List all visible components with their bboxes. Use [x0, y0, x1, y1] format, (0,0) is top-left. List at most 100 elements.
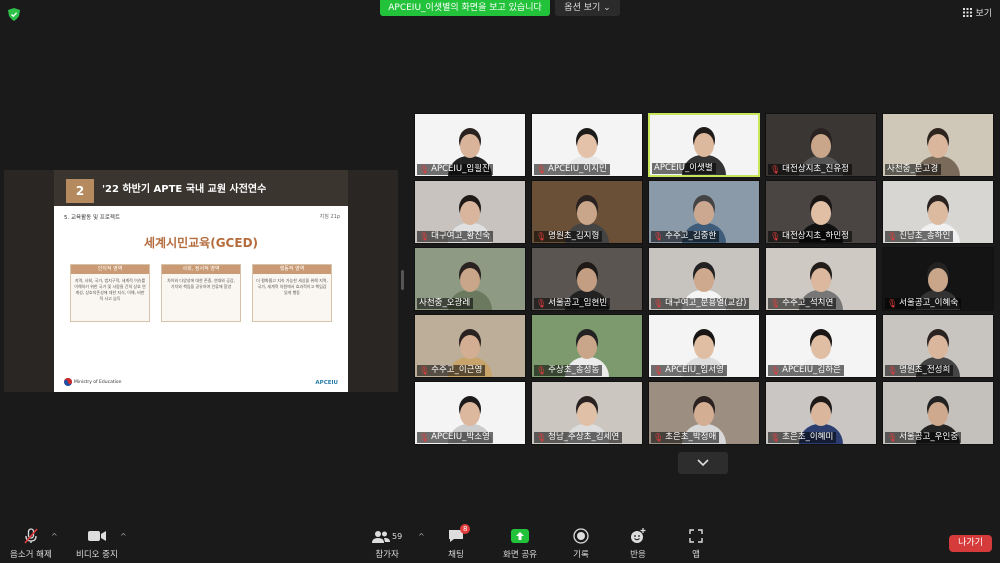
reactions-button[interactable]: 반응: [630, 528, 646, 560]
stop-video-label: 비디오 중지: [76, 550, 118, 560]
more-participants-button[interactable]: [678, 452, 728, 474]
mic-muted-icon: 🎙: [770, 299, 781, 308]
participant-video-tile[interactable]: 🎙 APCEIU_이지민: [531, 113, 643, 177]
participant-video-tile[interactable]: 🎙 대구여고_황진숙: [414, 180, 526, 244]
participant-video-tile[interactable]: 🎙 서울공고_이혜숙: [882, 247, 994, 311]
participant-video-tile[interactable]: 🎙 초은초_박정애: [648, 381, 760, 445]
participant-name-label: 🎙 초은초_이혜미: [768, 432, 837, 443]
chat-label: 채팅: [448, 550, 464, 560]
gallery-view-button[interactable]: 보기: [963, 6, 992, 19]
participants-icon: [372, 530, 390, 543]
participant-name: APCEIU_김하은: [782, 365, 841, 375]
domain-box-heading: 인지적 영역: [71, 265, 149, 274]
participant-name: APCEIU_이샛별: [654, 163, 713, 173]
slide-main-title: 세계시민교육(GCED): [143, 236, 259, 250]
participant-video-tile[interactable]: APCEIU_이샛별: [648, 113, 760, 177]
share-screen-button[interactable]: 화면 공유: [503, 528, 537, 560]
participant-video-tile[interactable]: 🎙 서울공고_우인중: [882, 381, 994, 445]
participant-name-label: 🎙 APCEIU_임필진: [417, 164, 493, 175]
domain-box: 행동적 영역 더 평화롭고 지속 가능한 세상을 위해 지역, 국가, 세계적 …: [252, 264, 332, 322]
participant-video-tile[interactable]: 🎙 대전상지초_진유정: [765, 113, 877, 177]
presentation-slide: 2 '22 하반기 APTE 국내 교원 사전연수 5. 교육활동 및 프로젝트…: [54, 170, 348, 392]
mic-muted-icon: 🎙: [653, 299, 664, 308]
chevron-down-icon: [697, 459, 709, 467]
participant-video-tile[interactable]: 🎙 서울공고_임현빈: [531, 247, 643, 311]
mic-muted-icon: 🎙: [887, 433, 898, 442]
mic-muted-icon: 🎙: [536, 165, 547, 174]
participant-name: 명원초_전성희: [899, 365, 951, 375]
mic-muted-icon: 🎙: [887, 366, 898, 375]
mic-muted-icon: 🎙: [653, 433, 664, 442]
participants-caret-icon[interactable]: ^: [418, 532, 425, 541]
mic-muted-icon: 🎙: [887, 232, 898, 241]
view-options-label: 옵션 보기: [564, 3, 601, 13]
ministry-label: Ministry of Education: [74, 379, 122, 385]
apps-button[interactable]: 앱: [689, 528, 703, 560]
participant-name-label: 사천중_오광레: [417, 298, 474, 309]
view-options-button[interactable]: 옵션 보기 ⌄: [555, 0, 620, 16]
participant-video-tile[interactable]: 🎙 주상초_송성동: [531, 314, 643, 378]
participant-name: 청남_주상초_김세연: [548, 432, 620, 442]
participant-name: 주상초_송성동: [548, 365, 600, 375]
video-options-caret-icon[interactable]: ^: [120, 532, 127, 541]
record-button[interactable]: 기록: [573, 528, 589, 560]
mic-muted-icon: 🎙: [419, 433, 430, 442]
participant-name: 대구여고_황진숙: [431, 231, 491, 241]
participant-video-tile[interactable]: 🎙 APCEIU_박소영: [414, 381, 526, 445]
participant-name-label: 🎙 APCEIU_박소영: [417, 432, 493, 443]
participant-video-tile[interactable]: 🎙 수주고_이근영: [414, 314, 526, 378]
participant-video-tile[interactable]: 🎙 명원초_김지형: [531, 180, 643, 244]
domain-box-heading: 사회, 정서적 영역: [162, 265, 240, 274]
participant-name-label: APCEIU_이샛별: [652, 163, 716, 174]
meeting-toolbar: 음소거 해제 ^ 비디오 중지 ^ 59 참가자 ^ 8 채팅 화면 공유 기록…: [0, 520, 1000, 563]
domain-box-heading: 행동적 영역: [253, 265, 331, 274]
participants-button[interactable]: 59 참가자: [372, 528, 402, 560]
chat-button[interactable]: 8 채팅: [448, 524, 471, 560]
grid-icon: [963, 8, 973, 17]
participant-name: 사천중_문고경: [887, 164, 939, 174]
participant-video-tile[interactable]: 사천중_문고경: [882, 113, 994, 177]
participant-video-tile[interactable]: 사천중_오광레: [414, 247, 526, 311]
participant-video-tile[interactable]: 🎙 명원초_전성희: [882, 314, 994, 378]
participant-video-tile[interactable]: 🎙 APCEIU_임서영: [648, 314, 760, 378]
participant-video-tile[interactable]: 🎙 APCEIU_김하은: [765, 314, 877, 378]
participant-name-label: 🎙 서울공고_임현빈: [534, 298, 611, 309]
chat-unread-badge: 8: [460, 524, 471, 534]
share-screen-label: 화면 공유: [503, 550, 537, 560]
mic-muted-icon: 🎙: [770, 165, 781, 174]
domain-box: 사회, 정서적 영역 차이와 다양성에 대한 존중, 연대와 공감, 가치와 책…: [161, 264, 241, 322]
participant-video-tile[interactable]: 🎙 대전상지초_하민정: [765, 180, 877, 244]
participant-name: 진남초_송하인: [899, 231, 951, 241]
participant-name-label: 🎙 대전상지초_진유정: [768, 164, 852, 175]
slide-header: 2 '22 하반기 APTE 국내 교원 사전연수: [54, 170, 348, 206]
participant-name-label: 🎙 APCEIU_임서영: [651, 365, 727, 376]
slide-section: 5. 교육활동 및 프로젝트: [64, 215, 121, 221]
mic-muted-icon: 🎙: [419, 232, 430, 241]
participant-name: 대전상지초_진유정: [782, 164, 849, 174]
participant-name: 초은초_이혜미: [782, 432, 834, 442]
stop-video-button[interactable]: 비디오 중지: [76, 528, 118, 560]
participant-video-tile[interactable]: 🎙 수주고_석치연: [765, 247, 877, 311]
participant-name-label: 🎙 대구여고_문용열(교감): [651, 298, 750, 309]
audio-options-caret-icon[interactable]: ^: [51, 532, 58, 541]
participant-video-tile[interactable]: 🎙 초은초_이혜미: [765, 381, 877, 445]
security-shield-icon[interactable]: [8, 8, 20, 21]
view-label: 보기: [975, 9, 992, 19]
unmute-button[interactable]: 음소거 해제: [10, 528, 52, 560]
participant-video-tile[interactable]: 🎙 APCEIU_임필진: [414, 113, 526, 177]
chevron-down-icon: ⌄: [603, 3, 611, 13]
participant-video-tile[interactable]: 🎙 청남_주상초_김세연: [531, 381, 643, 445]
leave-meeting-button[interactable]: 나가기: [949, 535, 992, 552]
participant-name-label: 🎙 APCEIU_이지민: [534, 164, 610, 175]
participant-name-label: 🎙 초은초_박정애: [651, 432, 720, 443]
participant-name: 초은초_박정애: [665, 432, 717, 442]
mic-muted-icon: 🎙: [536, 433, 547, 442]
participant-name-label: 🎙 명원초_전성희: [885, 365, 954, 376]
participant-video-tile[interactable]: 🎙 수주고_김중한: [648, 180, 760, 244]
participant-name: 수주고_이근영: [431, 365, 483, 375]
slide-title: '22 하반기 APTE 국내 교원 사전연수: [102, 184, 267, 195]
participant-video-tile[interactable]: 🎙 진남초_송하인: [882, 180, 994, 244]
reactions-label: 반응: [630, 550, 646, 560]
participant-video-tile[interactable]: 🎙 대구여고_문용열(교감): [648, 247, 760, 311]
split-divider-handle[interactable]: [401, 270, 404, 290]
